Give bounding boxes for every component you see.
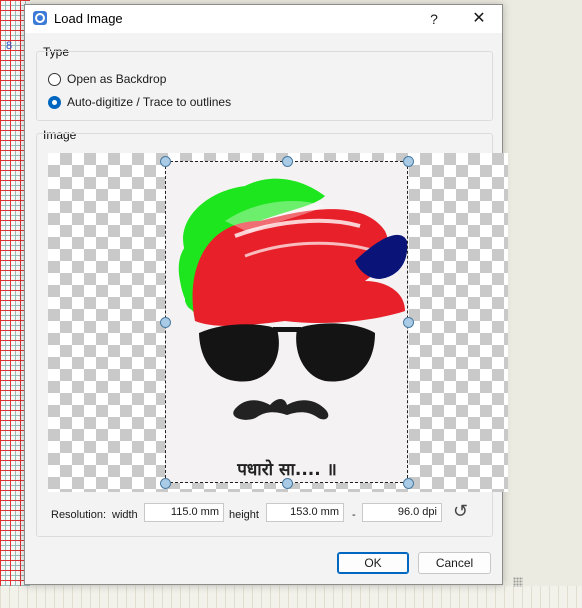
background-panel xyxy=(502,0,582,608)
radio-open-as-backdrop[interactable] xyxy=(48,72,61,86)
height-field[interactable]: 153.0 mm xyxy=(266,503,344,522)
type-group xyxy=(36,51,493,121)
load-image-dialog: Load Image ? ✕ Type Open as Backdrop Aut… xyxy=(24,4,523,587)
title-bar[interactable]: Load Image ? ✕ xyxy=(25,5,502,33)
option-auto-digitize[interactable]: Auto-digitize / Trace to outlines xyxy=(48,95,231,109)
resize-handle-top-right[interactable] xyxy=(403,156,414,167)
dialog-title: Load Image xyxy=(54,11,123,26)
reset-icon[interactable]: ↺ xyxy=(453,501,468,522)
resize-handle-right[interactable] xyxy=(403,317,414,328)
help-button[interactable]: ? xyxy=(423,8,445,30)
option-open-as-backdrop[interactable]: Open as Backdrop xyxy=(48,72,166,86)
close-button[interactable]: ✕ xyxy=(465,8,493,30)
option-label: Auto-digitize / Trace to outlines xyxy=(67,95,232,109)
resize-handle-bottom-left[interactable] xyxy=(160,478,171,489)
app-icon xyxy=(33,11,47,25)
resize-handle-top[interactable] xyxy=(282,156,293,167)
width-field[interactable]: 115.0 mm xyxy=(144,503,224,522)
height-label: height xyxy=(229,509,259,521)
resize-handle-bottom[interactable] xyxy=(282,478,293,489)
resize-handle-bottom-right[interactable] xyxy=(403,478,414,489)
image-preview[interactable]: पधारो सा.... ॥ xyxy=(48,153,508,492)
resolution-label: Resolution: xyxy=(51,509,107,521)
option-label: Open as Backdrop xyxy=(67,72,167,86)
crop-selection-frame[interactable] xyxy=(165,161,408,483)
cancel-button[interactable]: Cancel xyxy=(418,552,491,574)
dpi-field[interactable]: 96.0 dpi xyxy=(362,503,442,522)
background-ruler-bottom xyxy=(0,586,582,608)
radio-auto-digitize[interactable] xyxy=(48,95,61,109)
ok-button[interactable]: OK xyxy=(337,552,409,574)
resolution-separator: - xyxy=(352,509,356,521)
width-label: width xyxy=(112,509,138,521)
resize-handle-left[interactable] xyxy=(160,317,171,328)
resize-grip[interactable] xyxy=(513,577,523,587)
resize-handle-top-left[interactable] xyxy=(160,156,171,167)
ruler-label: 8 xyxy=(6,40,13,52)
